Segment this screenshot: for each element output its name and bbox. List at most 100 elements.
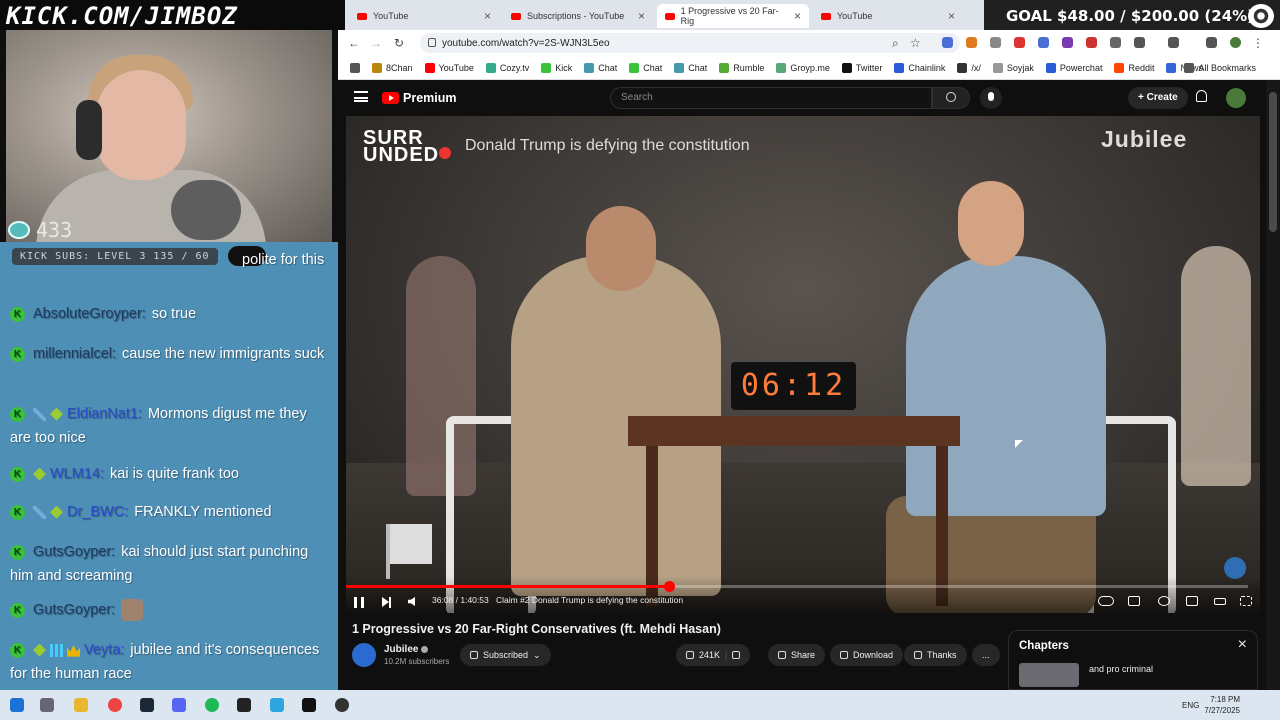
- bookmark-item[interactable]: Reddit: [1114, 62, 1154, 73]
- close-icon[interactable]: ×: [794, 9, 801, 23]
- tab-subscriptions[interactable]: Subscriptions - YouTube ×: [503, 4, 653, 28]
- bookmark-item[interactable]: Soyjak: [992, 62, 1034, 73]
- chat-username[interactable]: WLM14:: [50, 466, 104, 482]
- download-button[interactable]: Download: [830, 644, 904, 666]
- reload-icon[interactable]: ↻: [394, 36, 404, 50]
- extension-icon[interactable]: [966, 37, 977, 48]
- extension-icon[interactable]: [1062, 37, 1073, 48]
- all-bookmarks[interactable]: All Bookmarks: [1184, 62, 1256, 73]
- miniplayer-icon[interactable]: [1186, 596, 1198, 606]
- close-icon[interactable]: ×: [1238, 636, 1247, 654]
- bookmark-item[interactable]: 8Chan: [372, 62, 413, 73]
- youtube-logo[interactable]: Premium: [382, 91, 457, 105]
- chat-username[interactable]: EldianNat1:: [67, 406, 142, 422]
- apps-grid[interactable]: [350, 62, 360, 73]
- extension-icon[interactable]: [990, 37, 1001, 48]
- tab-youtube-1[interactable]: YouTube ×: [349, 4, 499, 28]
- terminal-icon[interactable]: [237, 698, 251, 712]
- chrome-icon[interactable]: [108, 698, 122, 712]
- chat-username[interactable]: AbsoluteGroyper:: [33, 306, 146, 322]
- thanks-button[interactable]: Thanks: [904, 644, 967, 666]
- bookmark-item[interactable]: Chat: [584, 62, 617, 73]
- bookmark-item[interactable]: Kick: [541, 62, 572, 73]
- site-info-icon[interactable]: [428, 38, 436, 47]
- chapter-item[interactable]: and pro criminal: [1089, 664, 1153, 674]
- video-player[interactable]: 06:12 SURR UNDED Donald Trump is defying…: [346, 116, 1260, 613]
- scrubber-handle[interactable]: [663, 581, 675, 592]
- scrollbar-thumb[interactable]: [1269, 92, 1277, 232]
- channel-avatar[interactable]: [352, 643, 376, 667]
- settings-gear-icon[interactable]: [1158, 596, 1170, 606]
- extension-icon[interactable]: [1110, 37, 1121, 48]
- captions-icon[interactable]: [1128, 596, 1140, 606]
- subscribed-button[interactable]: Subscribed ⌄: [460, 644, 551, 666]
- menu-dots-icon[interactable]: ⋮: [1252, 36, 1264, 50]
- bookmark-item[interactable]: Cozy.tv: [485, 62, 529, 73]
- task-view-icon[interactable]: [40, 698, 54, 712]
- bookmark-item[interactable]: Chainlink: [894, 62, 945, 73]
- tab-youtube-2[interactable]: YouTube ×: [813, 4, 963, 28]
- extension-icon[interactable]: [1014, 37, 1025, 48]
- close-icon[interactable]: ×: [948, 9, 955, 23]
- back-icon[interactable]: ←: [348, 36, 360, 50]
- bookmark-item[interactable]: Groyp.me: [776, 62, 830, 73]
- app-icon[interactable]: [302, 698, 316, 712]
- tab-current-video[interactable]: 1 Progressive vs 20 Far-Rig ×: [657, 4, 809, 28]
- bookmark-item[interactable]: Powerchat: [1045, 62, 1102, 73]
- bookmark-item[interactable]: YouTube: [424, 62, 474, 73]
- chat-username[interactable]: GutsGoyper:: [33, 544, 115, 560]
- channel-name[interactable]: Jubilee: [384, 644, 429, 655]
- obs-icon[interactable]: [335, 698, 349, 712]
- close-icon[interactable]: ×: [638, 9, 645, 23]
- forward-icon[interactable]: →: [370, 36, 382, 50]
- search-button[interactable]: [932, 87, 970, 109]
- system-clock[interactable]: 7:18 PM 7/27/2025: [1204, 694, 1240, 716]
- bookmark-item[interactable]: /x/: [957, 62, 981, 73]
- windows-start-icon[interactable]: [10, 698, 24, 712]
- chat-username[interactable]: millennialcel:: [33, 346, 116, 362]
- chat-username[interactable]: GutsGoyper:: [33, 602, 115, 618]
- theater-mode-icon[interactable]: [1214, 598, 1226, 605]
- autoplay-toggle-icon[interactable]: [1098, 596, 1114, 606]
- share-button[interactable]: Share: [768, 644, 826, 666]
- chat-username[interactable]: Veyta:: [84, 642, 124, 658]
- chapter-title[interactable]: Claim #2 Donald Trump is defying the con…: [496, 595, 683, 605]
- close-icon[interactable]: ×: [484, 9, 491, 23]
- progress-bar[interactable]: [346, 581, 1248, 592]
- address-bar[interactable]: youtube.com/watch?v=2S-WJN3L5eo: [420, 33, 960, 53]
- file-explorer-icon[interactable]: [74, 698, 88, 712]
- search-input[interactable]: Search: [610, 87, 932, 109]
- bookmark-item[interactable]: Twitter: [841, 62, 882, 73]
- profile-icon[interactable]: [1230, 37, 1241, 48]
- extension-icon[interactable]: [942, 37, 953, 48]
- telegram-icon[interactable]: [270, 698, 284, 712]
- profile-avatar[interactable]: [1226, 88, 1246, 108]
- more-actions-button[interactable]: ...: [972, 644, 1000, 666]
- bookmark-item[interactable]: Rumble: [719, 62, 764, 73]
- notifications-bell-icon[interactable]: [1196, 90, 1207, 102]
- create-button[interactable]: + Create: [1128, 87, 1188, 109]
- zoom-icon[interactable]: ⌕: [892, 36, 899, 51]
- bookmark-item[interactable]: Chat: [674, 62, 707, 73]
- next-icon[interactable]: [382, 596, 391, 608]
- bookmark-star-icon[interactable]: ☆: [910, 36, 921, 50]
- pause-icon[interactable]: [354, 597, 364, 608]
- volume-icon[interactable]: [408, 597, 415, 606]
- voice-search-button[interactable]: [980, 87, 1002, 109]
- extension-icon[interactable]: [1086, 37, 1097, 48]
- extension-icon[interactable]: [1038, 37, 1049, 48]
- fullscreen-icon[interactable]: [1240, 596, 1252, 606]
- like-button[interactable]: 241K |: [676, 644, 751, 666]
- hamburger-menu-icon[interactable]: [354, 91, 368, 102]
- spotify-icon[interactable]: [205, 698, 219, 712]
- language-indicator[interactable]: ENG: [1182, 701, 1199, 710]
- reading-list-icon[interactable]: [1206, 37, 1217, 48]
- page-scrollbar[interactable]: [1266, 80, 1280, 690]
- thumbs-down-icon[interactable]: [732, 651, 741, 659]
- steam-icon[interactable]: [140, 698, 154, 712]
- bookmark-item[interactable]: Chat: [629, 62, 662, 73]
- chat-username[interactable]: Dr_BWC:: [67, 504, 128, 520]
- discord-icon[interactable]: [172, 698, 186, 712]
- extensions-puzzle-icon[interactable]: [1134, 37, 1145, 48]
- sidepanel-icon[interactable]: [1168, 37, 1179, 48]
